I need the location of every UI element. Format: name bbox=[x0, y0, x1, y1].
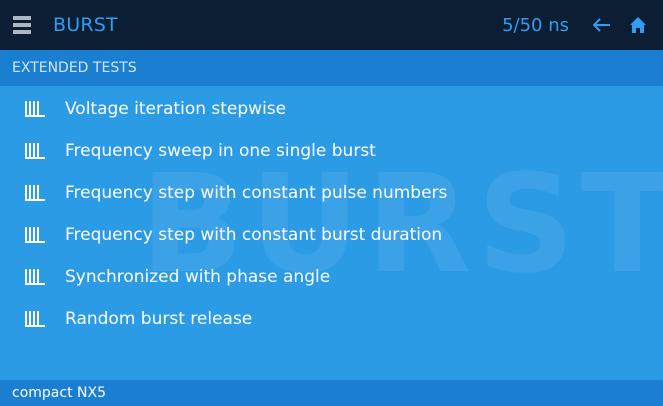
test-list-panel: BURST Voltage iteration stepwise Frequen… bbox=[0, 86, 663, 380]
list-item-label: Frequency step with constant burst durat… bbox=[65, 225, 443, 245]
menu-icon[interactable] bbox=[13, 16, 31, 34]
list-item-frequency-sweep[interactable]: Frequency sweep in one single burst bbox=[0, 130, 663, 172]
list-item-synchronized-phase-angle[interactable]: Synchronized with phase angle bbox=[0, 256, 663, 298]
burst-pulse-icon bbox=[24, 225, 46, 245]
burst-pulse-icon bbox=[24, 183, 46, 203]
list-item-frequency-step-pulse-numbers[interactable]: Frequency step with constant pulse numbe… bbox=[0, 172, 663, 214]
page-title: BURST bbox=[53, 14, 118, 36]
list-item-voltage-iteration[interactable]: Voltage iteration stepwise bbox=[0, 88, 663, 130]
list-item-label: Synchronized with phase angle bbox=[65, 267, 331, 287]
burst-pulse-icon bbox=[24, 141, 46, 161]
list-item-random-burst-release[interactable]: Random burst release bbox=[0, 298, 663, 340]
section-header: EXTENDED TESTS bbox=[0, 50, 663, 86]
home-icon bbox=[630, 17, 646, 33]
back-button[interactable] bbox=[591, 14, 613, 36]
list-item-frequency-step-burst-duration[interactable]: Frequency step with constant burst durat… bbox=[0, 214, 663, 256]
pulse-setting-value[interactable]: 5/50 ns bbox=[502, 15, 569, 36]
list-item-label: Random burst release bbox=[65, 309, 253, 329]
burst-pulse-icon bbox=[24, 99, 46, 119]
list-item-label: Frequency step with constant pulse numbe… bbox=[65, 183, 448, 203]
test-list: Voltage iteration stepwise Frequency swe… bbox=[0, 86, 663, 340]
device-name: compact NX5 bbox=[12, 385, 106, 401]
burst-pulse-icon bbox=[24, 309, 46, 329]
home-button[interactable] bbox=[627, 14, 649, 36]
list-item-label: Voltage iteration stepwise bbox=[65, 99, 287, 119]
device-footer: compact NX5 bbox=[0, 380, 663, 406]
burst-pulse-icon bbox=[24, 267, 46, 287]
arrow-left-icon bbox=[593, 18, 610, 32]
top-bar: BURST 5/50 ns bbox=[0, 0, 663, 50]
list-item-label: Frequency sweep in one single burst bbox=[65, 141, 376, 161]
